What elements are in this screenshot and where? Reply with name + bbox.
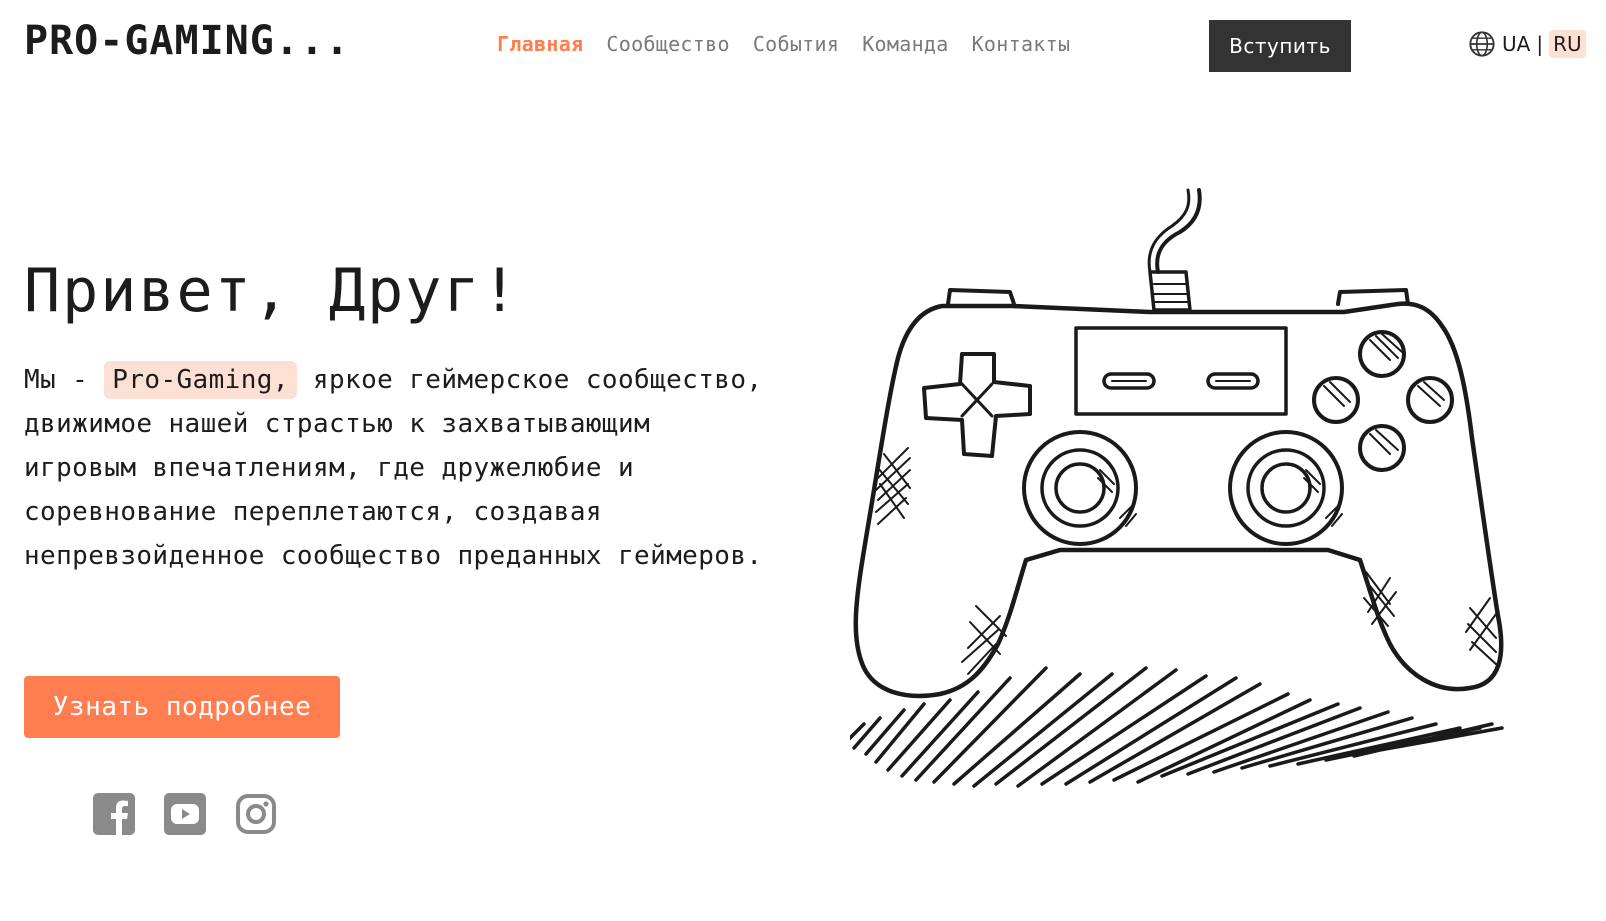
brand-highlight: Pro-Gaming, xyxy=(104,361,297,399)
main-nav: Главная Сообщество События Команда Конта… xyxy=(497,32,1070,56)
hero-description: Мы - Pro-Gaming, яркое геймерское сообще… xyxy=(24,358,764,578)
nav-link-community[interactable]: Сообщество xyxy=(606,32,729,56)
globe-icon xyxy=(1469,31,1495,57)
learn-more-button[interactable]: Узнать подробнее xyxy=(24,676,340,738)
gamepad-illustration xyxy=(850,188,1504,788)
hero-text-start: Мы - xyxy=(24,365,105,395)
facebook-icon[interactable] xyxy=(92,792,136,836)
nav-link-team[interactable]: Команда xyxy=(862,32,948,56)
social-links xyxy=(92,792,278,836)
lang-separator: | xyxy=(1536,32,1544,56)
join-button[interactable]: Вступить xyxy=(1209,20,1351,72)
lang-option-ru[interactable]: RU xyxy=(1549,30,1586,58)
nav-link-contacts[interactable]: Контакты xyxy=(972,32,1071,56)
site-logo[interactable]: PRO-GAMING... xyxy=(24,18,350,64)
hero-title: Привет, Друг! xyxy=(24,256,520,326)
site-header: PRO-GAMING... Главная Сообщество События… xyxy=(0,0,1606,92)
instagram-icon[interactable] xyxy=(234,792,278,836)
nav-link-events[interactable]: События xyxy=(753,32,839,56)
nav-link-home[interactable]: Главная xyxy=(497,32,583,56)
lang-option-ua[interactable]: UA xyxy=(1502,32,1530,56)
youtube-icon[interactable] xyxy=(163,792,207,836)
language-switcher: UA | RU xyxy=(1468,30,1586,58)
